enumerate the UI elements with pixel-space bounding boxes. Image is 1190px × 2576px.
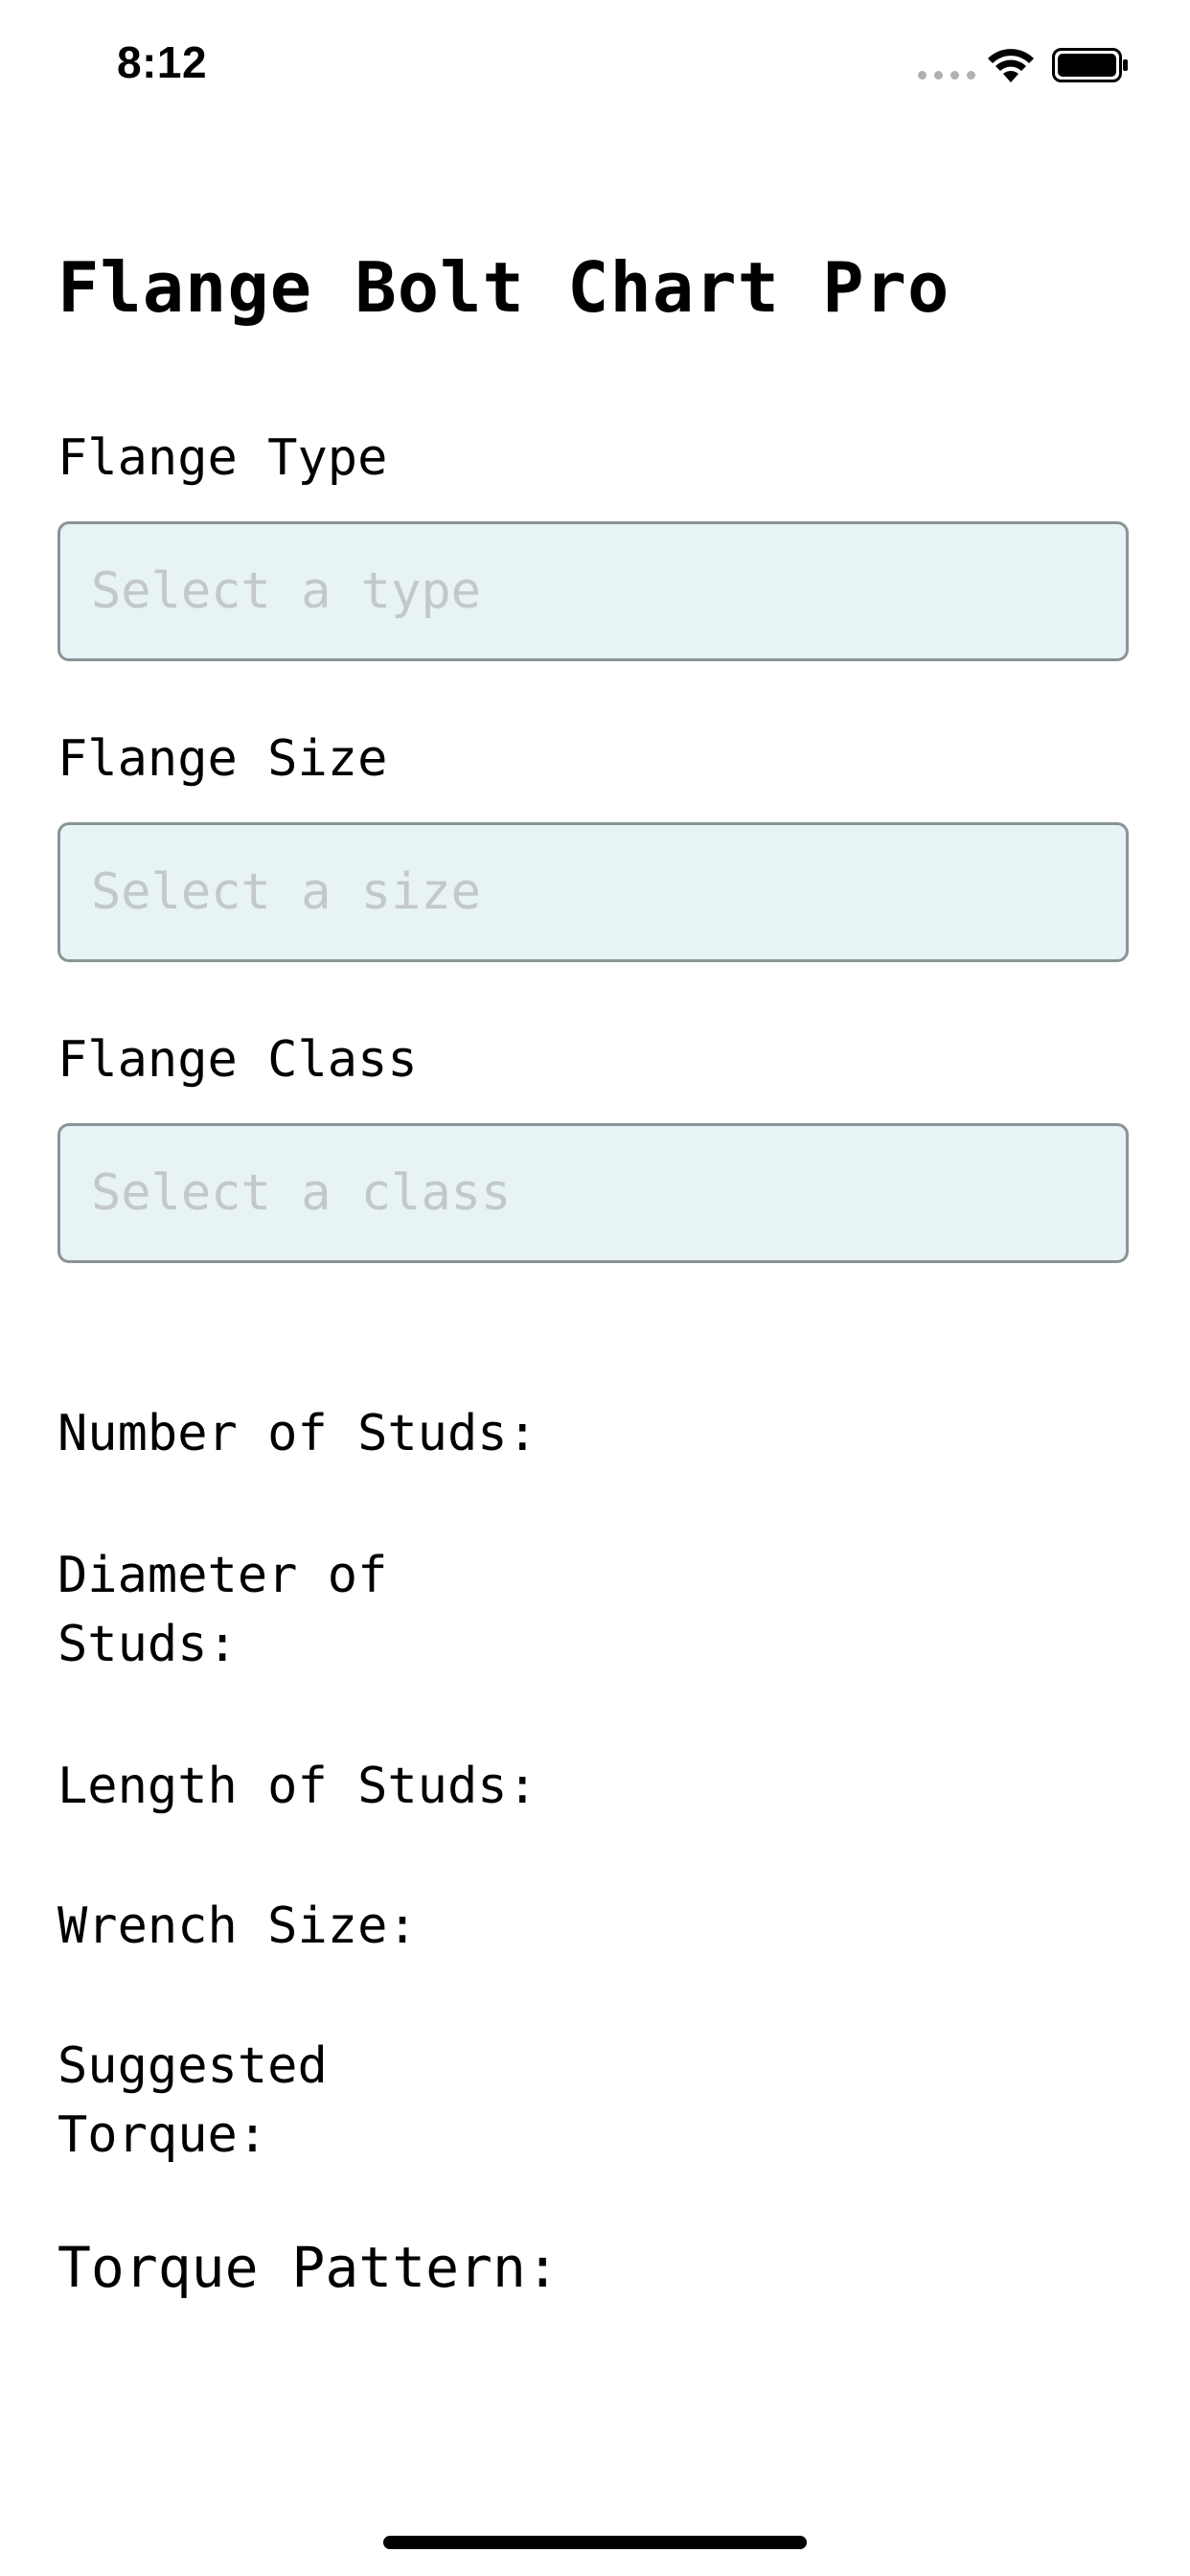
flange-size-input[interactable]: [91, 863, 1095, 921]
battery-icon: [1052, 48, 1128, 82]
torque-pattern-label: Torque Pattern:: [57, 2235, 560, 2300]
length-of-studs-label: Length of Studs:: [57, 1758, 538, 1815]
diameter-of-studs-label: Diameter of Studs:: [57, 1547, 388, 1673]
page-title: Flange Bolt Chart Pro: [57, 247, 950, 328]
flange-class-input[interactable]: [91, 1164, 1095, 1222]
suggested-torque-label: Suggested Torque:: [57, 2037, 328, 2164]
status-time: 8:12: [117, 37, 208, 87]
wifi-icon: [988, 49, 1034, 82]
home-indicator[interactable]: [383, 2536, 807, 2549]
flange-size-select[interactable]: [57, 822, 1129, 962]
status-bar: 8:12: [0, 0, 1190, 134]
wrench-size-label: Wrench Size:: [57, 1898, 418, 1955]
flange-size-label: Flange Size: [57, 730, 388, 788]
flange-type-select[interactable]: [57, 521, 1129, 661]
signal-icon: [918, 71, 975, 80]
flange-class-label: Flange Class: [57, 1031, 418, 1089]
flange-type-input[interactable]: [91, 563, 1095, 620]
flange-type-label: Flange Type: [57, 429, 388, 487]
flange-class-select[interactable]: [57, 1123, 1129, 1263]
number-of-studs-label: Number of Studs:: [57, 1405, 538, 1462]
